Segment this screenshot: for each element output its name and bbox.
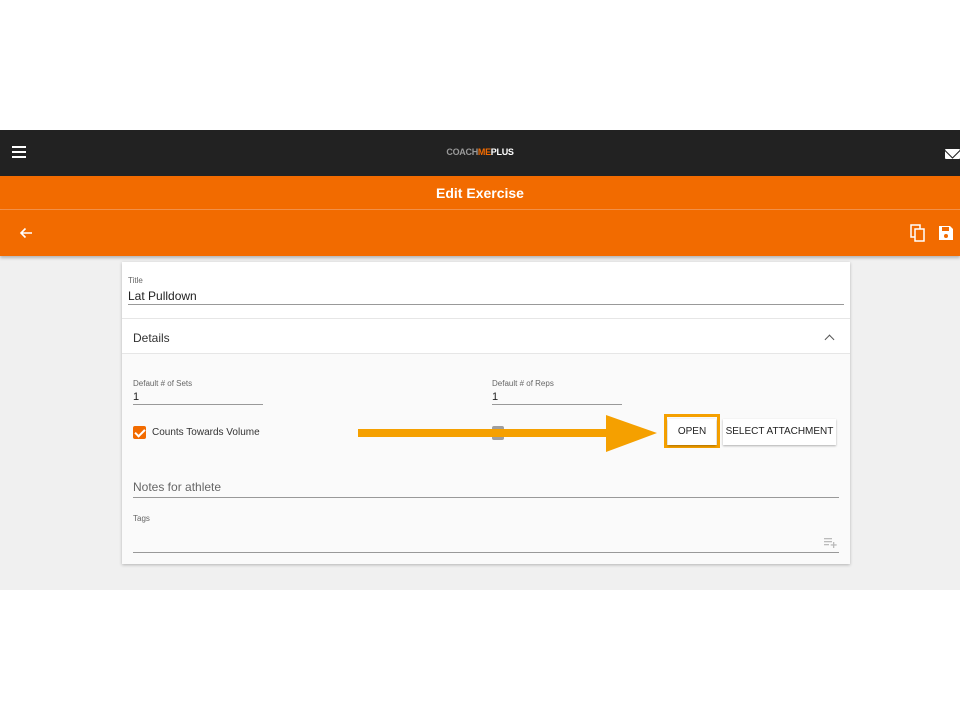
logo-text-plus: PLUS: [490, 147, 514, 157]
exercise-form-card: Title Lat Pulldown Details Default # of …: [122, 262, 850, 564]
annotation-arrow-icon: [358, 415, 657, 452]
title-field[interactable]: Title Lat Pulldown: [122, 262, 850, 318]
mail-icon[interactable]: [945, 149, 960, 159]
page-title: Edit Exercise: [436, 185, 524, 201]
details-label: Details: [133, 331, 170, 345]
notes-field-underline: [133, 497, 839, 498]
app-logo: COACHMEPLUS: [0, 147, 960, 157]
details-expander[interactable]: Details: [122, 318, 850, 354]
reps-field-underline: [492, 404, 622, 405]
title-field-underline: [128, 304, 844, 305]
sets-field-value[interactable]: 1: [133, 391, 139, 403]
notes-field-placeholder: Notes for athlete: [133, 480, 222, 494]
app-window: COACHMEPLUS Edit Exercise Title Lat Pull…: [0, 130, 960, 590]
open-button[interactable]: OPEN: [668, 419, 716, 445]
save-icon[interactable]: [938, 225, 954, 241]
title-field-value[interactable]: Lat Pulldown: [128, 289, 197, 303]
logo-text-coach: COACH: [446, 147, 478, 157]
counts-towards-volume-checkbox[interactable]: [133, 426, 146, 439]
page-title-bar: Edit Exercise: [0, 176, 960, 210]
reps-field-value[interactable]: 1: [492, 391, 498, 403]
reps-field-label: Default # of Reps: [492, 379, 554, 388]
notes-field[interactable]: Notes for athlete: [133, 476, 839, 500]
chevron-up-icon[interactable]: [824, 334, 835, 345]
copy-icon[interactable]: [910, 224, 926, 242]
logo-text-me: ME: [477, 147, 491, 157]
action-toolbar: [0, 210, 960, 256]
title-field-label: Title: [128, 276, 143, 285]
tags-field[interactable]: [133, 552, 839, 553]
sets-field-underline: [133, 404, 263, 405]
arrow-back-icon[interactable]: [18, 225, 34, 241]
top-navigation-bar: COACHMEPLUS: [0, 130, 960, 176]
select-attachment-button[interactable]: SELECT ATTACHMENT: [723, 419, 836, 445]
sets-field-label: Default # of Sets: [133, 379, 193, 388]
playlist-add-icon[interactable]: [824, 537, 838, 548]
tags-field-label: Tags: [133, 514, 150, 523]
counts-towards-volume-label: Counts Towards Volume: [152, 427, 260, 438]
